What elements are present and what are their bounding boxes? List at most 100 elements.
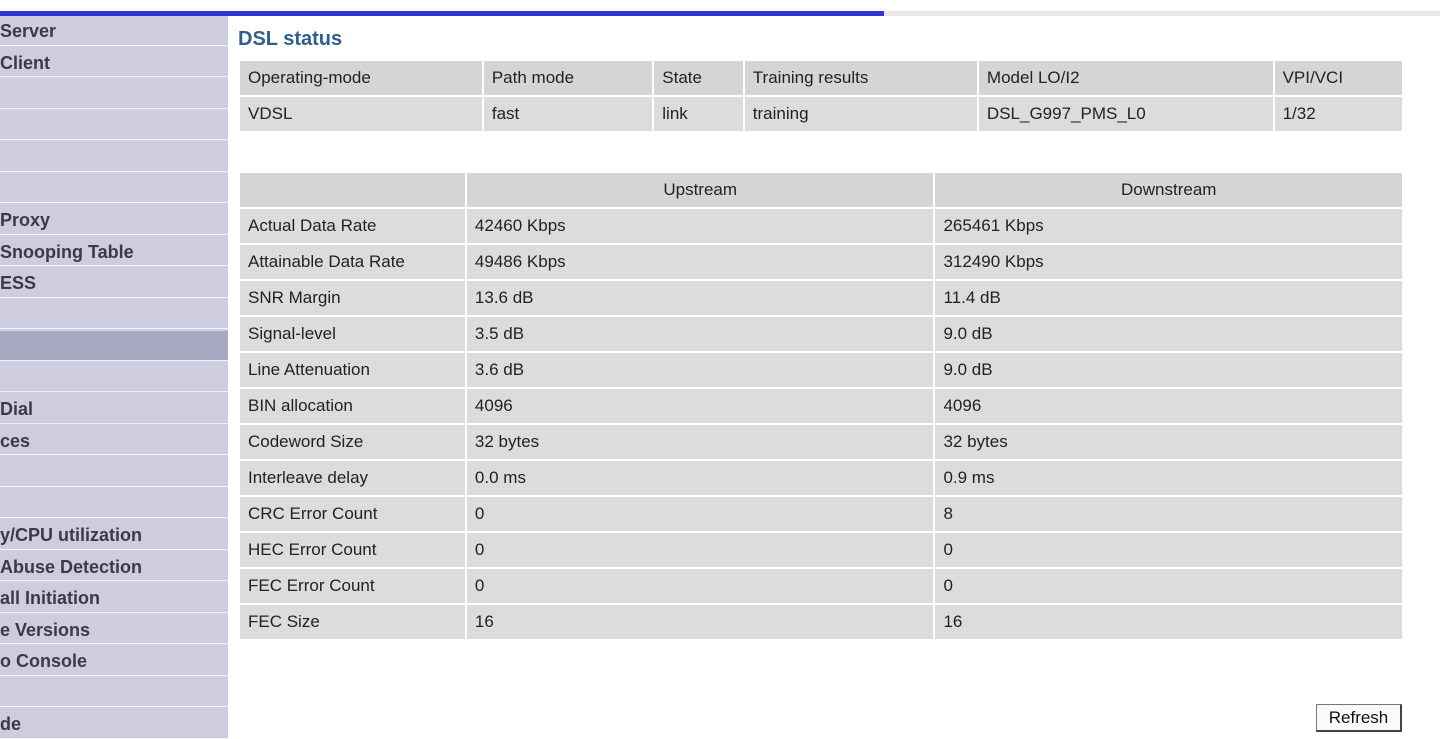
table-row: BIN allocation 4096 4096 [240, 389, 1402, 423]
table-cell: fast [483, 97, 653, 131]
row-label: BIN allocation [240, 389, 465, 423]
table-row: CRC Error Count 0 8 [240, 497, 1402, 531]
downstream-value: 9.0 dB [935, 317, 1402, 351]
row-label: Signal-level [240, 317, 465, 351]
table-row: FEC Error Count 0 0 [240, 569, 1402, 603]
sidebar-item[interactable] [0, 457, 228, 487]
table-row: VDSL fast link training DSL_G997_PMS_L0 1/32 [240, 97, 1402, 131]
column-header: Downstream [935, 173, 1402, 207]
sidebar-menu: Server Client Proxy Snooping Table ESS Dial ce… [0, 16, 228, 739]
sidebar-item[interactable]: de [0, 709, 228, 739]
row-label: Line Attenuation [240, 353, 465, 387]
downstream-value: 312490 Kbps [935, 245, 1402, 279]
row-label: FEC Size [240, 605, 465, 639]
table-row: Interleave delay 0.0 ms 0.9 ms [240, 461, 1402, 495]
sidebar-item[interactable]: Abuse Detection [0, 551, 228, 581]
column-header: State [654, 61, 743, 95]
sidebar-item-label: ces [0, 430, 31, 451]
table-header-row: Upstream Downstream [240, 173, 1402, 207]
downstream-value: 265461 Kbps [935, 209, 1402, 243]
sidebar-item[interactable]: e Versions [0, 614, 228, 644]
sidebar-item-label: Dial [0, 399, 34, 419]
sidebar-item[interactable]: Client [0, 47, 228, 77]
downstream-value: 4096 [935, 389, 1402, 423]
downstream-value: 0 [935, 533, 1402, 567]
upstream-value: 16 [466, 605, 934, 639]
column-header: Model LO/I2 [978, 61, 1273, 95]
downstream-value: 8 [935, 497, 1402, 531]
sidebar-item[interactable]: Dial [0, 394, 228, 424]
row-label: Attainable Data Rate [240, 245, 465, 279]
sidebar-item[interactable] [0, 173, 228, 203]
sidebar-item-label: Client [0, 52, 51, 73]
column-header: Training results [744, 61, 977, 95]
sidebar-item-label: Abuse Detection [0, 556, 143, 577]
column-header [240, 173, 465, 207]
column-header: Operating-mode [240, 61, 482, 95]
sidebar-item[interactable] [0, 362, 228, 392]
sidebar-item[interactable]: o Console [0, 646, 228, 676]
refresh-button[interactable]: Refresh [1316, 704, 1402, 732]
table-cell: training [744, 97, 977, 131]
sidebar-item-label: Server [0, 21, 57, 41]
dsl-statistics-table: Upstream Downstream Actual Data Rate 42460… [238, 171, 1404, 641]
sidebar-item[interactable]: ces [0, 425, 228, 455]
sidebar-item-label: all Initiation [0, 588, 101, 608]
upstream-value: 42460 Kbps [466, 209, 934, 243]
sidebar-item-label: y/CPU utilization [0, 525, 143, 545]
upstream-value: 49486 Kbps [466, 245, 934, 279]
sidebar-item[interactable] [0, 79, 228, 109]
sidebar-section-header [0, 331, 228, 361]
sidebar-item[interactable]: Server [0, 16, 228, 46]
sidebar-item-label: o Console [0, 651, 88, 671]
row-label: CRC Error Count [240, 497, 465, 531]
sidebar-item[interactable] [0, 142, 228, 172]
sidebar: Server Client Proxy Snooping Table ESS Dial ce… [0, 16, 228, 739]
upstream-value: 0.0 ms [466, 461, 934, 495]
downstream-value: 0.9 ms [935, 461, 1402, 495]
downstream-value: 9.0 dB [935, 353, 1402, 387]
sidebar-item[interactable]: ESS [0, 268, 228, 298]
downstream-value: 11.4 dB [935, 281, 1402, 315]
upstream-value: 3.5 dB [466, 317, 934, 351]
row-label: SNR Margin [240, 281, 465, 315]
table-row: HEC Error Count 0 0 [240, 533, 1402, 567]
row-label: FEC Error Count [240, 569, 465, 603]
column-header: VPI/VCI [1274, 61, 1402, 95]
upstream-value: 0 [466, 533, 934, 567]
sidebar-item-label: Proxy [0, 210, 51, 230]
table-row: Line Attenuation 3.6 dB 9.0 dB [240, 353, 1402, 387]
sidebar-item[interactable]: Snooping Table [0, 236, 228, 266]
page-title: DSL status [238, 28, 343, 50]
table-cell: DSL_G997_PMS_L0 [978, 97, 1273, 131]
table-row: Attainable Data Rate 49486 Kbps 312490 Kbp… [240, 245, 1402, 279]
column-header: Upstream [466, 173, 934, 207]
upstream-value: 0 [466, 497, 934, 531]
table-cell: 1/32 [1274, 97, 1402, 131]
dsl-status-table: Operating-mode Path mode State Training res… [238, 59, 1404, 133]
sidebar-item[interactable] [0, 677, 228, 707]
row-label: Codeword Size [240, 425, 465, 459]
table-cell: link [654, 97, 743, 131]
row-label: HEC Error Count [240, 533, 465, 567]
sidebar-item[interactable] [0, 110, 228, 140]
downstream-value: 0 [935, 569, 1402, 603]
table-cell: VDSL [240, 97, 482, 131]
sidebar-item-label: e Versions [0, 619, 91, 640]
column-header: Path mode [483, 61, 653, 95]
table-row: Signal-level 3.5 dB 9.0 dB [240, 317, 1402, 351]
sidebar-item[interactable]: all Initiation [0, 583, 228, 613]
row-label: Actual Data Rate [240, 209, 465, 243]
upstream-value: 13.6 dB [466, 281, 934, 315]
sidebar-item[interactable] [0, 299, 228, 329]
upstream-value: 3.6 dB [466, 353, 934, 387]
sidebar-item-label: ESS [0, 273, 37, 293]
sidebar-item[interactable] [0, 488, 228, 518]
downstream-value: 32 bytes [935, 425, 1402, 459]
table-row: Codeword Size 32 bytes 32 bytes [240, 425, 1402, 459]
sidebar-item[interactable]: y/CPU utilization [0, 520, 228, 550]
table-row: SNR Margin 13.6 dB 11.4 dB [240, 281, 1402, 315]
table-header-row: Operating-mode Path mode State Training res… [240, 61, 1402, 95]
upstream-value: 32 bytes [466, 425, 934, 459]
sidebar-item[interactable]: Proxy [0, 205, 228, 235]
